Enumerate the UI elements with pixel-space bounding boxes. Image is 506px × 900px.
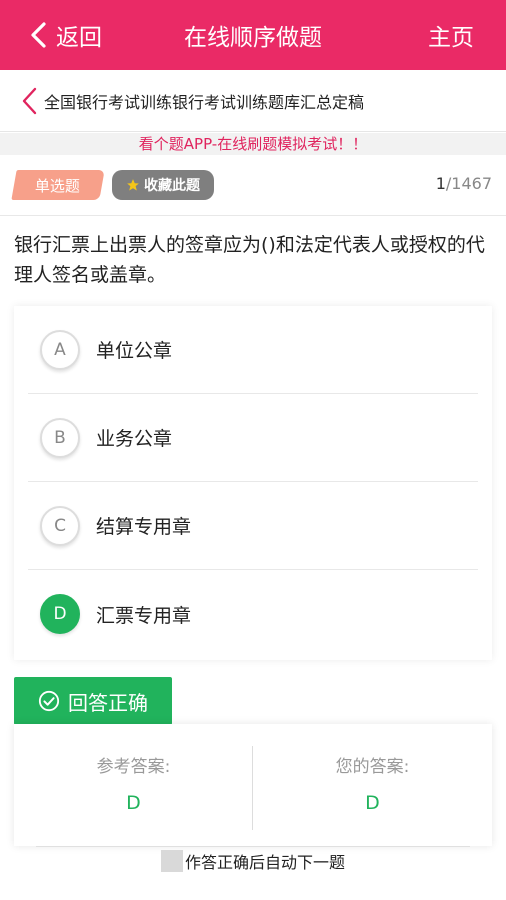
option-letter-selected: D: [40, 594, 80, 634]
your-answer-value: D: [365, 792, 380, 814]
your-answer-label: 您的答案:: [335, 757, 410, 777]
option-c[interactable]: C 结算专用章: [28, 482, 478, 570]
options-card: A 单位公章 B 业务公章 C 结算专用章 D 汇票专用章: [14, 306, 492, 660]
auto-next-label[interactable]: 作答正确后自动下一题: [185, 849, 345, 873]
option-text: 汇票专用章: [96, 604, 192, 627]
option-letter: C: [40, 505, 80, 546]
back-button[interactable]: 返回: [28, 18, 102, 52]
answer-summary: 参考答案: D 您的答案: D: [14, 724, 492, 846]
option-b[interactable]: B 业务公章: [28, 394, 478, 482]
chevron-left-icon: [22, 87, 37, 114]
top-nav-bar: 返回 在线顺序做题 主页: [0, 0, 506, 70]
total-count: /1467: [445, 174, 492, 193]
result-badge: 回答正确: [14, 677, 172, 725]
your-answer: 您的答案: D: [253, 724, 492, 846]
home-button[interactable]: 主页: [428, 18, 474, 52]
question-meta-row: 单选题 收藏此题 1/1467: [0, 156, 506, 216]
option-text: 业务公章: [96, 428, 173, 450]
result-label: 回答正确: [68, 690, 148, 715]
option-d[interactable]: D 汇票专用章: [28, 570, 478, 658]
option-text: 结算专用章: [96, 516, 192, 538]
reference-answer-value: D: [126, 792, 141, 814]
auto-next-checkbox[interactable]: [160, 850, 183, 872]
promo-banner[interactable]: 看个题APP-在线刷题模拟考试！！: [0, 133, 506, 155]
breadcrumb-text: 全国银行考试训练银行考试训练题库汇总定稿: [44, 92, 365, 112]
favorite-label: 收藏此题: [144, 178, 200, 194]
current-index: 1: [435, 174, 446, 193]
back-label: 返回: [56, 25, 102, 51]
option-letter: A: [40, 329, 80, 370]
breadcrumb[interactable]: 全国银行考试训练银行考试训练题库汇总定稿: [0, 70, 506, 132]
check-circle-icon: [38, 690, 60, 712]
question-text: 银行汇票上出票人的签章应为()和法定代表人或授权的代理人签名或盖章。: [14, 234, 485, 286]
divider: [36, 846, 470, 847]
option-letter: B: [40, 417, 80, 458]
favorite-button[interactable]: 收藏此题: [112, 170, 214, 200]
question-type-label: 单选题: [35, 176, 81, 195]
option-text: 单位公章: [96, 340, 173, 362]
option-a[interactable]: A 单位公章: [28, 306, 478, 394]
reference-answer-label: 参考答案:: [96, 757, 171, 777]
question-counter: 1/1467: [436, 174, 492, 193]
chevron-left-icon: [31, 22, 46, 48]
reference-answer: 参考答案: D: [14, 724, 253, 846]
star-icon: [127, 179, 139, 191]
auto-next-row: 作答正确后自动下一题: [0, 846, 506, 876]
question-type-badge: 单选题: [11, 170, 105, 200]
